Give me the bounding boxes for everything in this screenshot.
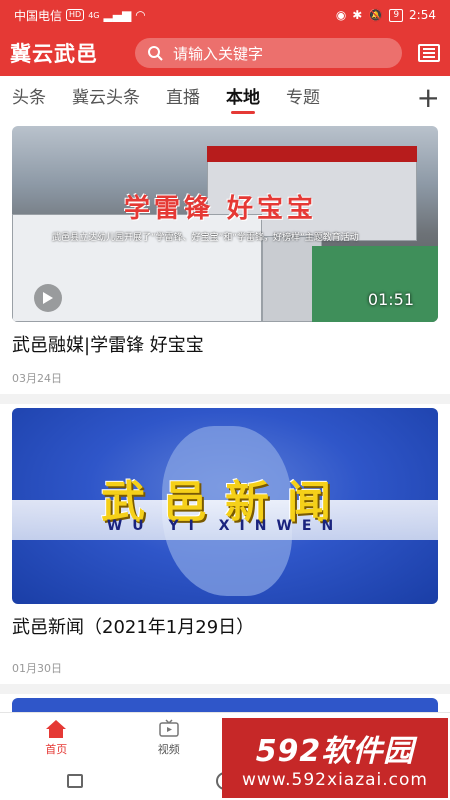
- channel-tabs: 头条 冀云头条 直播 本地 专题 +: [0, 76, 450, 122]
- play-icon[interactable]: [34, 284, 62, 312]
- nav-home-label: 首页: [45, 742, 68, 756]
- tab-jiyun-toutiao[interactable]: 冀云头条: [72, 76, 140, 122]
- news-card[interactable]: 学雷锋 好宝宝 武邑县立达幼儿园开展了“学雷锋、好宝宝”和“学雷锋，好榜样”主题…: [0, 122, 450, 394]
- wifi-icon: ◠: [135, 8, 146, 22]
- news-date: 03月24日: [12, 372, 62, 385]
- tab-toutiao[interactable]: 头条: [12, 76, 46, 122]
- news-feed[interactable]: 学雷锋 好宝宝 武邑县立达幼儿园开展了“学雷锋、好宝宝”和“学雷锋，好榜样”主题…: [0, 122, 450, 712]
- video-thumbnail[interactable]: 学雷锋 好宝宝 武邑县立达幼儿园开展了“学雷锋、好宝宝”和“学雷锋，好榜样”主题…: [12, 126, 438, 322]
- news-title[interactable]: 武邑新闻（2021年1月29日）: [12, 604, 438, 640]
- add-channel-icon[interactable]: +: [417, 82, 440, 114]
- status-bar: 中国电信 HD 4G ▂▄▆ ◠ ◉ ✱ 🔕 9 2:54: [0, 0, 450, 30]
- program-logo-pinyin: WU YI XINWEN: [106, 518, 344, 534]
- newspaper-icon[interactable]: [418, 44, 440, 62]
- battery-icon: 9: [389, 8, 404, 22]
- news-card[interactable]: 武邑新闻 WU YI XINWEN 武邑新闻（2021年1月29日） 01月30…: [0, 404, 450, 684]
- search-input[interactable]: 请输入关键字: [135, 38, 402, 68]
- nav-video[interactable]: 视频: [113, 713, 226, 762]
- clock: 2:54: [409, 8, 436, 22]
- nav-video-label: 视频: [157, 742, 180, 756]
- eye-icon: ◉: [335, 8, 347, 22]
- news-thumbnail[interactable]: 武邑新闻 WU YI XINWEN: [12, 408, 438, 604]
- tab-topics[interactable]: 专题: [286, 76, 320, 122]
- video-overlay-title: 学雷锋 好宝宝: [124, 194, 318, 224]
- mute-icon: 🔕: [368, 8, 384, 22]
- news-date: 01月30日: [12, 662, 62, 675]
- recent-apps-icon[interactable]: [66, 774, 83, 788]
- app-title: 冀云武邑: [10, 42, 98, 66]
- news-card[interactable]: [0, 694, 450, 712]
- video-overlay-subtitle: 武邑县立达幼儿园开展了“学雷锋、好宝宝”和“学雷锋，好榜样”主题教育活动: [52, 233, 359, 243]
- news-thumbnail[interactable]: [12, 698, 438, 712]
- nav-home[interactable]: 首页: [0, 713, 113, 762]
- news-title[interactable]: 武邑融媒|学雷锋 好宝宝: [12, 322, 438, 358]
- site-watermark: 592软件园 www.592xiazai.com: [222, 718, 448, 798]
- search-placeholder: 请输入关键字: [173, 44, 264, 63]
- watermark-title: 592软件园: [255, 734, 415, 769]
- app-header: 冀云武邑 请输入关键字: [0, 30, 450, 76]
- search-icon: [148, 46, 163, 61]
- hd-badge: HD: [66, 9, 85, 21]
- carrier-label: 中国电信: [14, 8, 63, 23]
- bluetooth-icon: ✱: [352, 8, 363, 22]
- home-icon: [46, 719, 67, 738]
- tab-local[interactable]: 本地: [226, 76, 260, 122]
- network-label: 4G: [88, 10, 100, 20]
- tab-live[interactable]: 直播: [166, 76, 200, 122]
- tv-icon: [159, 718, 179, 737]
- signal-icon: ▂▄▆: [103, 8, 132, 22]
- watermark-url: www.592xiazai.com: [242, 770, 428, 790]
- video-duration: 01:51: [367, 290, 414, 309]
